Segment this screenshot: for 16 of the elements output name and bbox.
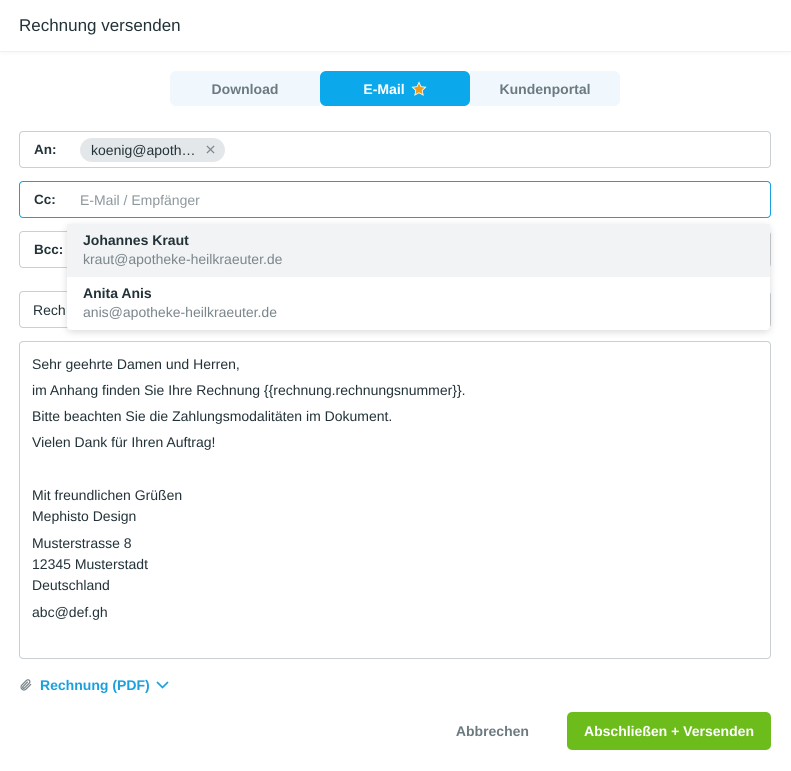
contact-email: kraut@apotheke-heilkraeuter.de (83, 251, 284, 267)
text-paragraph: Sehr geehrte Damen und Herren, (32, 355, 241, 374)
contact-email: anis@apotheke-heilkraeuter.de (83, 304, 278, 320)
field-label: An: (34, 142, 58, 157)
field-label: Cc: (34, 192, 57, 207)
text-paragraph: im Anhang finden Sie Ihre Rechnung {{rechnung.rechnungsnummer}}. (32, 381, 467, 400)
text-paragraph: Musterstrasse 8 12345 Musterstadt Deutschland (32, 534, 149, 595)
dialog-title: Rechnung versenden (19, 16, 181, 36)
contact-name: Johannes Kraut (83, 232, 190, 248)
text-paragraph: abc@def.gh (32, 603, 109, 622)
text-paragraph: Vielen Dank für Ihren Auftrag! (32, 433, 216, 452)
text-paragraph: Bitte beachten Sie die Zahlungsmodalitäten im Dokument. (32, 407, 394, 426)
chip-text: koenig@apoth… (91, 142, 196, 158)
subject-text: Rech (33, 302, 66, 318)
field-label: Bcc: (34, 242, 64, 257)
text-paragraph: Mit freundlichen Grüßen Mephisto Design (32, 486, 184, 526)
